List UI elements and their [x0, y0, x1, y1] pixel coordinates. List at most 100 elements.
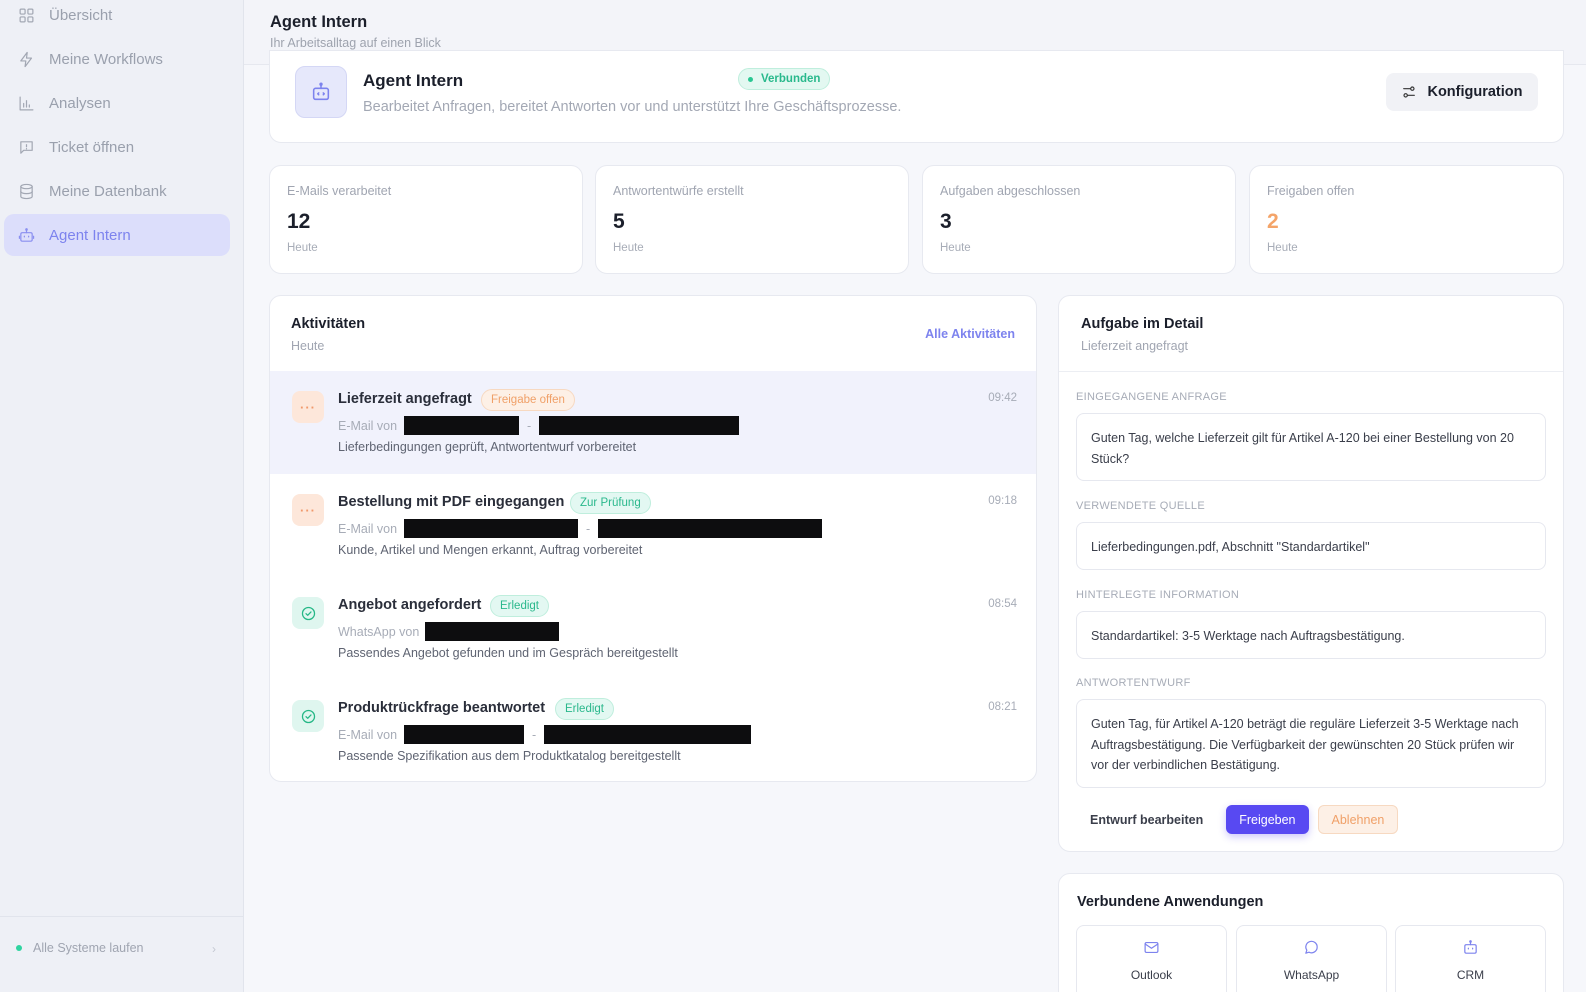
status-badge-label: Verbunden — [761, 73, 821, 85]
activity-item[interactable]: ··· Bestellung mit PDF eingegangen Zur P… — [270, 474, 1036, 577]
mail-icon — [1077, 939, 1226, 956]
redacted-block — [404, 725, 525, 744]
page-title: Agent Intern — [270, 13, 368, 31]
activity-sender: WhatsApp von — [338, 622, 560, 641]
activity-title: Bestellung mit PDF eingegangen — [338, 494, 565, 510]
activity-description: Kunde, Artikel und Mengen erkannt, Auftr… — [338, 543, 643, 557]
section-label: HINTERLEGTE INFORMATION — [1076, 589, 1240, 601]
connected-apps-title: Verbundene Anwendungen — [1077, 894, 1264, 910]
activity-sender: E-Mail von - — [338, 416, 740, 435]
activity-title: Angebot angefordert — [338, 597, 482, 613]
all-activities-link[interactable]: Alle Aktivitäten — [925, 327, 1015, 341]
activity-badge: Zur Prüfung — [570, 492, 651, 514]
section-label: ANTWORTENTWURF — [1076, 677, 1191, 689]
activity-time: 08:54 — [988, 598, 1017, 610]
redacted-block — [404, 519, 579, 538]
app-tile-crm[interactable]: CRM — [1395, 925, 1546, 992]
app-name: Outlook — [1130, 968, 1173, 982]
sidebar-item-label: Übersicht — [49, 6, 113, 24]
redacted-block — [544, 725, 752, 744]
sidebar-item-label: Ticket öffnen — [49, 138, 135, 156]
status-dot-icon — [748, 76, 753, 82]
edit-draft-button[interactable]: Entwurf bearbeiten — [1090, 813, 1203, 827]
more-icon: ··· — [292, 391, 324, 423]
reject-button[interactable]: Ablehnen — [1317, 805, 1399, 834]
detail-actions: Entwurf bearbeiten Freigeben Ablehnen — [1090, 805, 1399, 834]
activity-title: Produktrückfrage beantwortet — [338, 700, 546, 716]
sidebar-item-datenbank[interactable]: Meine Datenbank — [4, 170, 230, 212]
activity-description: Passende Spezifikation aus dem Produktka… — [338, 749, 681, 763]
sidebar-item-agent-intern[interactable]: Agent Intern — [4, 214, 230, 256]
sidebar-item-uebersicht[interactable]: Übersicht — [4, 0, 230, 36]
draft-reply-box: Guten Tag, für Artikel A-120 beträgt die… — [1076, 699, 1546, 788]
stat-period: Heute — [1267, 242, 1298, 254]
app-tile-outlook[interactable]: Outlook — [1076, 925, 1227, 992]
stat-value: 3 — [940, 210, 952, 233]
activity-badge: Erledigt — [490, 595, 549, 617]
activity-description: Lieferbedingungen geprüft, Antwortentwur… — [338, 440, 637, 454]
activities-subtitle: Heute — [291, 339, 325, 353]
stat-value: 2 — [1267, 210, 1279, 233]
agent-name: Agent Intern — [363, 71, 464, 90]
activity-time: 08:21 — [988, 701, 1017, 713]
sidebar-item-ticket[interactable]: Ticket öffnen — [4, 126, 230, 168]
approve-button[interactable]: Freigeben — [1226, 805, 1309, 834]
activity-sender: E-Mail von - — [338, 519, 823, 538]
sidebar-footer: Alle Systeme laufen › — [0, 916, 244, 992]
activity-time: 09:42 — [988, 392, 1017, 404]
incoming-request-box: Guten Tag, welche Lieferzeit gilt für Ar… — [1076, 413, 1546, 481]
activities-title: Aktivitäten — [291, 316, 366, 332]
page-subtitle: Ihr Arbeitsalltag auf einen Blick — [270, 36, 441, 50]
activity-item[interactable]: Angebot angefordert Erledigt WhatsApp vo… — [270, 577, 1036, 680]
stat-period: Heute — [613, 242, 644, 254]
app-name: CRM — [1456, 968, 1485, 982]
grid-icon — [17, 6, 35, 24]
detail-subtitle: Lieferzeit angefragt — [1081, 339, 1189, 353]
activity-source-label: WhatsApp von — [338, 624, 420, 639]
section-label: VERWENDETE QUELLE — [1076, 500, 1205, 512]
stored-information-box: Standardartikel: 3-5 Werktage nach Auftr… — [1076, 611, 1546, 659]
activity-badge: Erledigt — [555, 698, 614, 720]
check-circle-icon — [292, 700, 324, 732]
stat-value: 12 — [287, 210, 311, 233]
chat-bubble-icon — [1237, 939, 1386, 956]
system-status[interactable]: Alle Systeme laufen › — [16, 941, 216, 956]
activity-title: Lieferzeit angefragt — [338, 391, 472, 407]
activity-badge: Freigabe offen — [481, 389, 575, 411]
sidebar-item-analysen[interactable]: Analysen — [4, 82, 230, 124]
status-dot-icon — [16, 945, 22, 951]
connected-apps-card: Verbundene Anwendungen Outlook WhatsApp … — [1058, 873, 1564, 992]
bar-chart-icon — [17, 94, 35, 112]
sidebar: Übersicht Meine Workflows Analysen Ticke… — [0, 0, 244, 992]
activity-sender: E-Mail von - — [338, 725, 752, 744]
activities-card: Aktivitäten Heute Alle Aktivitäten ··· L… — [269, 295, 1037, 782]
configuration-button[interactable]: Konfiguration — [1386, 73, 1538, 111]
activity-item[interactable]: Produktrückfrage beantwortet Erledigt E-… — [270, 680, 1036, 781]
redacted-block — [539, 416, 740, 435]
activity-item[interactable]: ··· Lieferzeit angefragt Freigabe offen … — [270, 371, 1036, 474]
stat-label: Aufgaben abgeschlossen — [940, 184, 1081, 198]
stat-period: Heute — [940, 242, 971, 254]
robot-icon — [1396, 939, 1545, 956]
sidebar-item-label: Analysen — [49, 94, 111, 112]
status-badge: Verbunden — [738, 68, 831, 90]
redacted-block — [404, 416, 520, 435]
more-icon: ··· — [292, 494, 324, 526]
source-box: Lieferbedingungen.pdf, Abschnitt "Standa… — [1076, 522, 1546, 570]
sidebar-item-label: Agent Intern — [49, 226, 131, 244]
check-circle-icon — [292, 597, 324, 629]
agent-description: Bearbeitet Anfragen, bereitet Antworten … — [363, 99, 902, 115]
stat-period: Heute — [287, 242, 318, 254]
database-icon — [17, 182, 35, 200]
sidebar-item-workflows[interactable]: Meine Workflows — [4, 38, 230, 80]
separator: - — [527, 418, 532, 433]
app-tile-whatsapp[interactable]: WhatsApp — [1236, 925, 1387, 992]
divider — [1059, 371, 1563, 372]
message-alert-icon — [17, 138, 35, 156]
redacted-block — [598, 519, 823, 538]
stat-card-approvals: Freigaben offen 2 Heute — [1249, 165, 1564, 274]
stat-card-emails: E-Mails verarbeitet 12 Heute — [269, 165, 583, 274]
activity-description: Passendes Angebot gefunden und im Gesprä… — [338, 646, 678, 660]
bolt-icon — [17, 50, 35, 68]
app-name: WhatsApp — [1283, 968, 1340, 982]
